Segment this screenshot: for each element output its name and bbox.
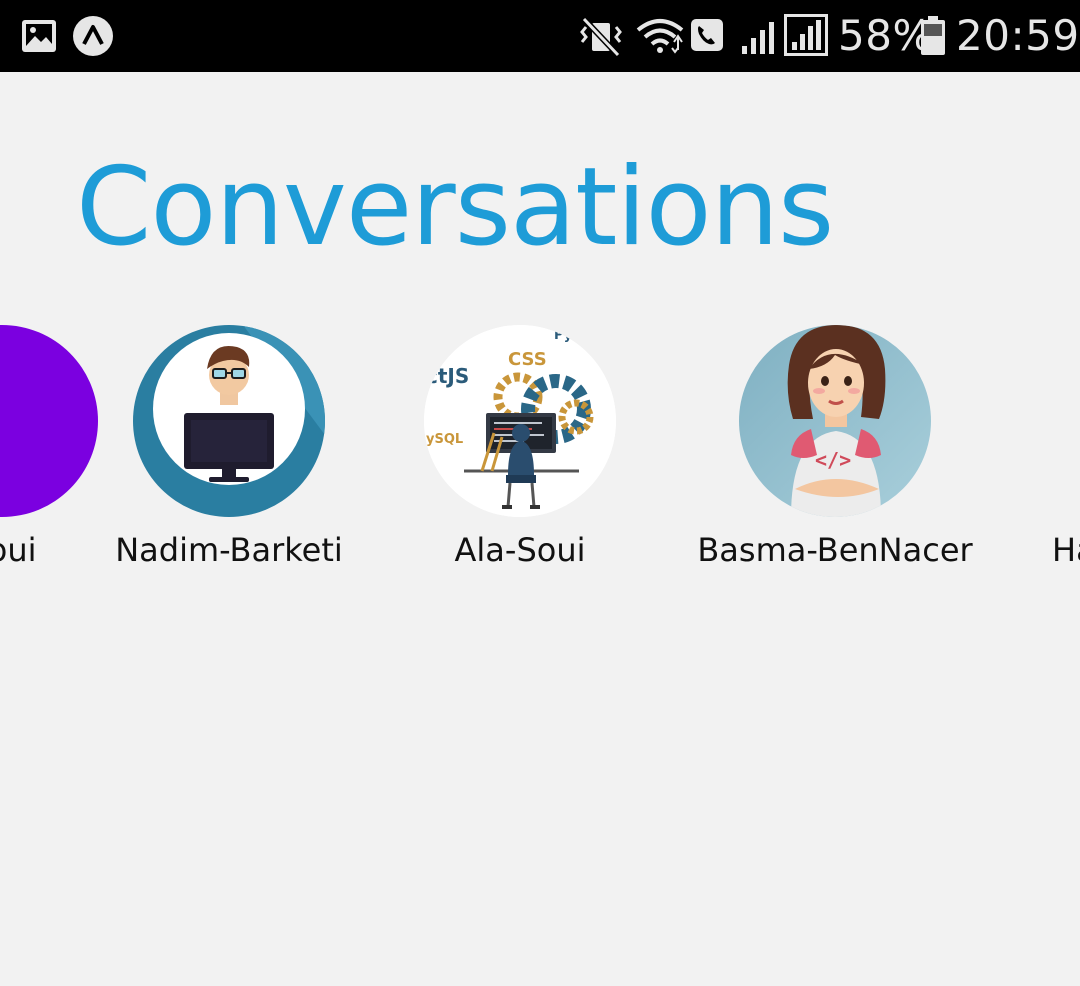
signal-icon	[740, 18, 780, 61]
contact-item-nadim-barketi[interactable]: Nadim-Barketi	[69, 320, 389, 580]
contact-name: Nadim-Barketi	[115, 531, 343, 569]
contact-name: Ala-Soui	[454, 531, 586, 569]
mysql-label: ySQL	[426, 432, 463, 447]
app-notification-icon	[72, 15, 114, 62]
css-label: CSS	[508, 349, 547, 370]
contact-item-ha[interactable]: Ha	[1052, 320, 1080, 580]
contact-item-basma-bennacer[interactable]: </> Basma-BenNacer	[675, 320, 995, 580]
battery-icon	[920, 16, 946, 61]
contacts-strip[interactable]: Soui Nadim-Barketi	[0, 320, 1080, 580]
gallery-icon	[20, 18, 58, 59]
avatar[interactable]: </>	[739, 325, 931, 517]
code-tag-label: </>	[815, 448, 851, 472]
contact-name: Ha	[1052, 531, 1080, 569]
wifi-icon	[636, 16, 686, 61]
reactjs-label: ctJS	[426, 364, 469, 388]
page-title: Conversations	[76, 145, 834, 270]
clock: 20:59	[956, 11, 1080, 60]
status-bar: 58% 20:59	[0, 0, 1080, 72]
contact-item-ala-soui[interactable]: ctJS CSS Py ySQL Ala-Soui	[360, 320, 680, 580]
battery-percent: 58%	[838, 11, 933, 60]
wifi-call-icon	[690, 18, 724, 57]
avatar[interactable]	[133, 325, 325, 517]
signal-alt-icon	[784, 14, 828, 61]
contact-name: Basma-BenNacer	[697, 531, 973, 569]
avatar[interactable]: ctJS CSS Py ySQL	[424, 325, 616, 517]
python-label: Py	[554, 328, 573, 343]
vibrate-mute-icon	[580, 16, 624, 62]
